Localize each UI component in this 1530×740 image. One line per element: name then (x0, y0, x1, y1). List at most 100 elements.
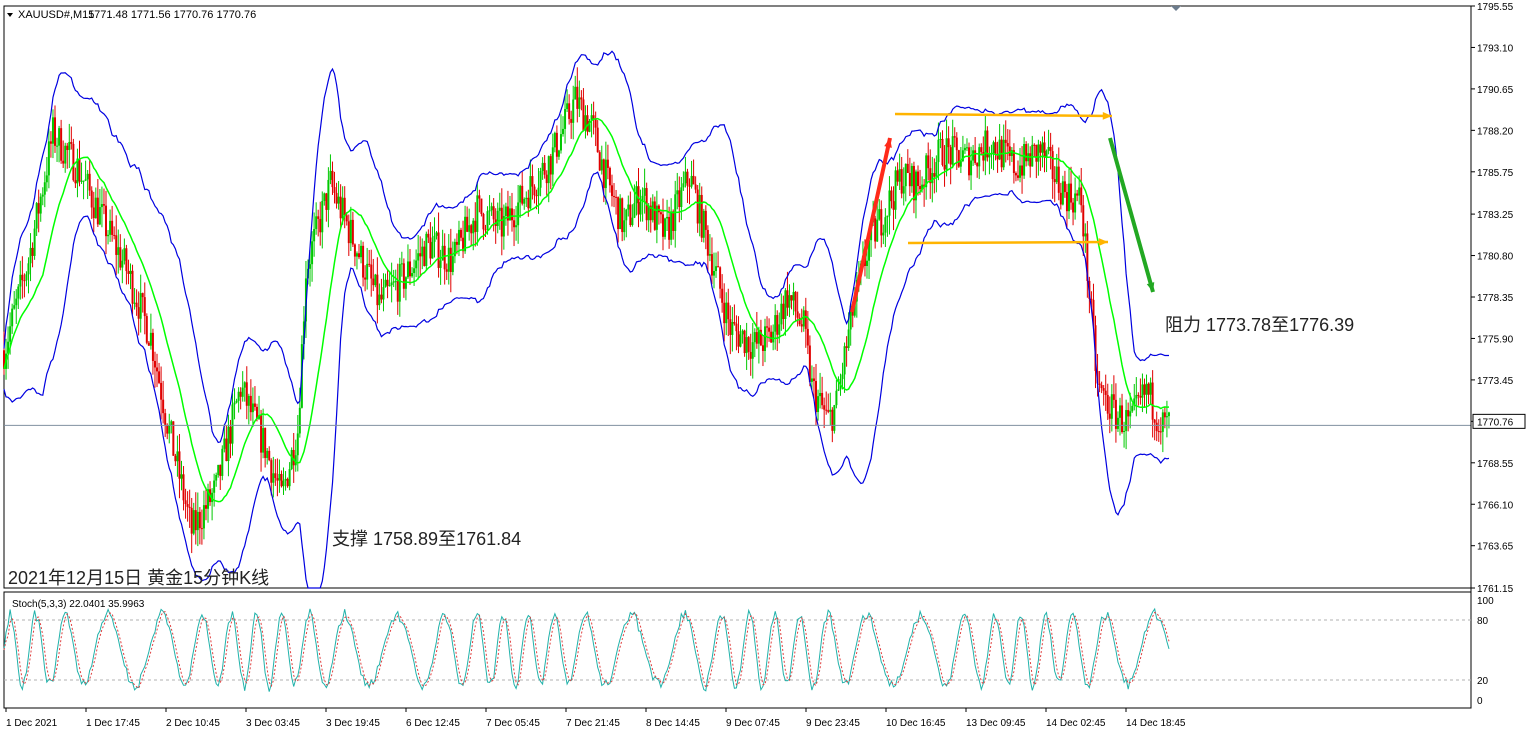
candle-body (725, 302, 728, 324)
candle-body (9, 326, 12, 342)
candle-body (488, 210, 491, 212)
candle-body (721, 288, 724, 303)
candle-body (547, 156, 550, 184)
candle-body (576, 86, 579, 109)
candle-body (745, 337, 748, 354)
price-tick-label: 1763.65 (1477, 542, 1514, 553)
candle-body (768, 327, 771, 332)
candle-body (400, 263, 403, 265)
candle-body (364, 277, 367, 280)
candle-body (1025, 143, 1028, 162)
candle-body (221, 448, 224, 476)
candle-body (1080, 187, 1083, 206)
candle-body (490, 206, 493, 211)
candle-body (51, 117, 54, 144)
candle-body (1123, 430, 1126, 433)
candle-body (729, 319, 732, 335)
candle-body (1145, 383, 1148, 395)
candle-body (984, 130, 987, 161)
candle-body (121, 260, 124, 268)
candle-body (370, 264, 373, 279)
time-tick-label: 9 Dec 07:45 (726, 718, 780, 729)
candle-body (278, 473, 281, 481)
candle-body (519, 185, 522, 203)
candle-body (429, 237, 432, 259)
resistance-annotation: 阻力 1773.78至1776.39 (1165, 315, 1354, 335)
candle-body (994, 142, 997, 154)
candle-body (1065, 192, 1068, 212)
candle-body (829, 409, 832, 412)
candle-body (215, 474, 218, 481)
candle-body (874, 218, 877, 242)
candle-body (151, 332, 154, 361)
candle-body (535, 195, 538, 197)
candle-body (105, 205, 108, 237)
candle-body (715, 266, 718, 272)
candle-body (688, 185, 691, 187)
candle-body (1155, 422, 1158, 431)
candle-body (231, 404, 234, 444)
candle-body (965, 147, 968, 149)
price-tick-label: 1795.55 (1477, 2, 1514, 13)
candle-body (884, 217, 887, 233)
candle-body (639, 202, 642, 215)
candle-body (1023, 143, 1026, 176)
candle-body (1061, 181, 1064, 205)
price-tick-label: 1793.10 (1477, 43, 1514, 54)
candle-body (935, 162, 938, 177)
candle-body (902, 186, 905, 194)
candle-body (1084, 233, 1087, 237)
candle-body (245, 382, 248, 406)
candle-body (904, 163, 907, 187)
candle-body (239, 391, 242, 397)
candle-body (382, 287, 385, 300)
candle-body (251, 403, 254, 413)
candle-body (204, 505, 207, 509)
candle-body (368, 263, 371, 265)
candle-body (1153, 419, 1156, 423)
candle-body (596, 127, 599, 153)
candle-body (33, 228, 36, 256)
candle-body (435, 232, 438, 236)
candle-body (188, 506, 191, 508)
candle-body (606, 159, 609, 168)
candle-body (1029, 153, 1032, 167)
candle-body (1049, 146, 1052, 152)
candle-body (243, 382, 246, 388)
candle-body (347, 221, 350, 244)
candle-body (582, 99, 585, 131)
candle-body (288, 469, 291, 487)
candle-body (329, 170, 332, 180)
candle-body (953, 136, 956, 138)
candle-body (974, 150, 977, 163)
candle-body (651, 201, 654, 221)
candle-body (613, 196, 616, 198)
candle-body (676, 190, 679, 195)
candle-body (27, 263, 30, 275)
candle-body (817, 396, 820, 413)
candle-body (176, 451, 179, 462)
candle-body (41, 194, 44, 197)
candle-body (723, 302, 726, 324)
candle-body (194, 510, 197, 531)
time-tick-label: 14 Dec 18:45 (1126, 718, 1186, 729)
candle-body (1004, 139, 1007, 143)
candle-body (182, 474, 185, 501)
candle-body (878, 209, 881, 220)
candle-body (349, 219, 352, 244)
candle-body (355, 253, 358, 257)
candle-body (574, 86, 577, 100)
candle-body (992, 142, 995, 154)
candle-body (784, 290, 787, 320)
candle-body (107, 234, 110, 237)
candle-body (959, 161, 962, 167)
candle-body (198, 511, 201, 529)
candle-body (890, 190, 893, 202)
candle-body (357, 253, 360, 258)
time-tick-label: 1 Dec 2021 (6, 718, 58, 729)
chart-canvas[interactable]: 1795.55 1793.10 1790.65 1788.20 1785.75 1783.… (0, 0, 1530, 740)
candle-body (192, 510, 195, 534)
candle-body (741, 330, 744, 335)
candle-body (896, 170, 899, 182)
candle-body (451, 256, 454, 272)
